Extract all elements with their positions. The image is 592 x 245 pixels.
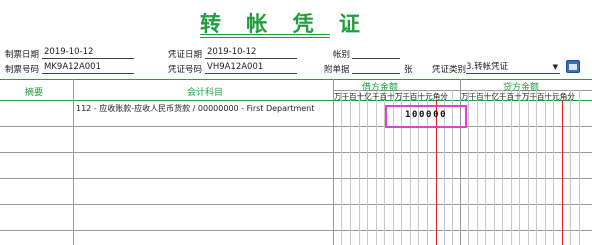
digit-line bbox=[341, 90, 342, 245]
row-divider bbox=[0, 152, 592, 153]
chevron-down-icon[interactable]: ▼ bbox=[553, 61, 558, 73]
title-underline-double bbox=[200, 37, 330, 38]
digit-line bbox=[502, 90, 503, 245]
voucher-no-field[interactable]: VH9A12A001 bbox=[205, 62, 297, 74]
yuan-divider-credit bbox=[562, 100, 563, 245]
col-divider bbox=[73, 79, 74, 245]
credit-digit-units: 万千百十亿千百十万千百十元角分 bbox=[461, 92, 575, 101]
digit-line bbox=[519, 90, 520, 245]
row-divider bbox=[0, 178, 592, 179]
voucher-no-label: 凭证号码 bbox=[168, 65, 203, 75]
make-date-label: 制票日期 bbox=[5, 50, 40, 60]
digit-line bbox=[485, 90, 486, 245]
voucher-type-value: 3.转帐凭证 bbox=[466, 62, 509, 72]
book-label: 帐别 bbox=[333, 50, 351, 60]
title-underline bbox=[200, 34, 330, 35]
col-divider bbox=[460, 79, 461, 245]
digit-line bbox=[367, 90, 368, 245]
digit-line bbox=[553, 90, 554, 245]
attachments-field[interactable] bbox=[352, 62, 400, 74]
book-field[interactable] bbox=[352, 47, 400, 59]
col-divider bbox=[333, 79, 334, 245]
row-divider bbox=[0, 204, 592, 205]
digit-line bbox=[536, 90, 537, 245]
row-1-debit-amount: 100000 bbox=[405, 110, 448, 120]
digit-line bbox=[579, 90, 580, 245]
row-divider bbox=[0, 230, 592, 231]
col-summary-header: 摘要 bbox=[25, 88, 44, 98]
digit-line bbox=[494, 90, 495, 245]
voucher-type-label: 凭证类别 bbox=[432, 65, 467, 75]
voucher-table: 摘要 会计科目 借方金额 贷方金额 万千百十亿千百十万千百十元角分 万千百十亿千… bbox=[0, 79, 592, 245]
digit-line bbox=[359, 90, 360, 245]
voucher-type-select[interactable]: 3.转帐凭证 ▼ bbox=[466, 61, 560, 74]
debit-digit-units: 万千百十亿千百十万千百十元角分 bbox=[334, 92, 448, 101]
row-1-account[interactable]: 112 - 应收账款-应收人民币货款 / 00000000 - First De… bbox=[76, 103, 314, 114]
attachments-label: 附单据 bbox=[324, 65, 350, 75]
make-no-field[interactable]: MK9A12A001 bbox=[42, 62, 134, 74]
digit-line bbox=[468, 90, 469, 245]
digit-line bbox=[511, 90, 512, 245]
attachments-unit: 张 bbox=[404, 65, 413, 75]
digit-line bbox=[545, 90, 546, 245]
col-account-header: 会计科目 bbox=[187, 88, 224, 98]
lookup-icon[interactable] bbox=[566, 60, 580, 73]
digit-line bbox=[350, 90, 351, 245]
make-date-field[interactable]: 2019-10-12 bbox=[42, 47, 134, 59]
digit-line bbox=[570, 90, 571, 245]
voucher-date-field[interactable]: 2019-10-12 bbox=[205, 47, 297, 59]
row-divider bbox=[0, 126, 592, 127]
voucher-date-label: 凭证日期 bbox=[168, 50, 203, 60]
make-no-label: 制票号码 bbox=[5, 65, 40, 75]
digit-line bbox=[528, 90, 529, 245]
digit-line bbox=[477, 90, 478, 245]
digit-line bbox=[376, 90, 377, 245]
